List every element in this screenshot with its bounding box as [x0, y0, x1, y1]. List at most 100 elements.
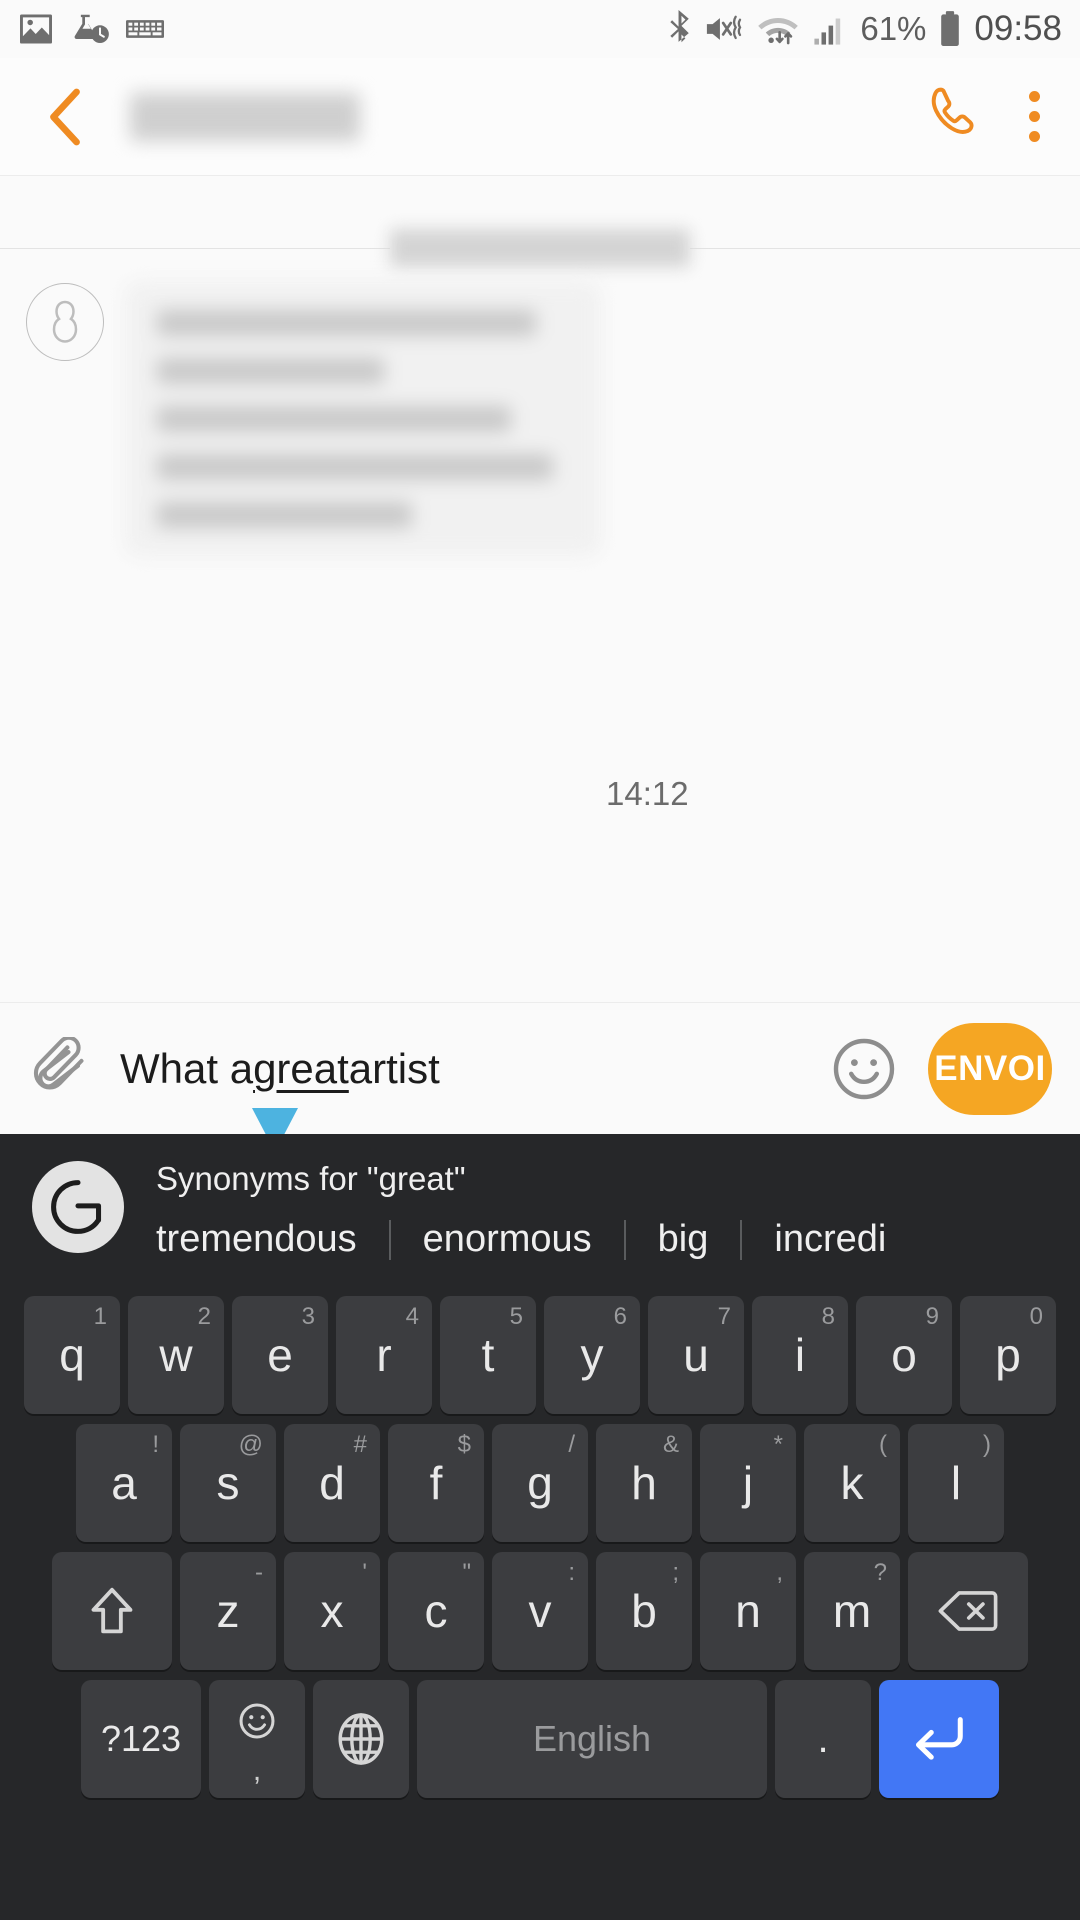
key-superscript: 0 — [1029, 1303, 1043, 1330]
backspace-icon — [938, 1591, 998, 1631]
status-bar-right-icons: 61% 09:58 — [668, 9, 1062, 49]
call-button[interactable] — [923, 83, 985, 150]
key-s[interactable]: @ s — [180, 1424, 276, 1542]
key-n[interactable]: ,n — [700, 1552, 796, 1670]
key-l[interactable]: ) l — [908, 1424, 1004, 1542]
period-key[interactable]: . — [775, 1680, 871, 1798]
app-bar — [0, 58, 1080, 176]
key-i[interactable]: 8i — [752, 1296, 848, 1414]
key-r[interactable]: 4r — [336, 1296, 432, 1414]
message-bubble[interactable] — [126, 283, 600, 555]
key-superscript: 6 — [613, 1303, 627, 1330]
back-button[interactable] — [30, 82, 100, 152]
key-label: q — [59, 1329, 85, 1381]
key-b[interactable]: ; b — [596, 1552, 692, 1670]
key-label: r — [376, 1329, 392, 1381]
paperclip-icon — [33, 1036, 84, 1089]
key-label: a — [111, 1457, 137, 1509]
keyboard-row-1: 1q 2w 3e 4r 5t 6y 7u 8i 9o 0p — [0, 1284, 1080, 1414]
date-divider-label — [390, 229, 690, 267]
key-label: l — [950, 1457, 962, 1509]
key-d[interactable]: # d — [284, 1424, 380, 1542]
key-label: ?123 — [100, 1718, 182, 1759]
key-w[interactable]: 2w — [128, 1296, 224, 1414]
suggestion-title: Synonyms for "great" — [156, 1160, 466, 1197]
key-m[interactable]: ? m — [804, 1552, 900, 1670]
key-label: t — [481, 1329, 495, 1381]
key-k[interactable]: (k — [804, 1424, 900, 1542]
suggestion-item-3[interactable]: incredi — [774, 1218, 886, 1261]
key-superscript: # — [353, 1431, 367, 1458]
keyboard-icon — [126, 17, 164, 41]
message-text-line — [157, 406, 512, 432]
key-u[interactable]: 7u — [648, 1296, 744, 1414]
key-superscript: 8 — [821, 1303, 835, 1330]
key-superscript: 7 — [717, 1303, 731, 1330]
emoji-key[interactable]: , — [209, 1680, 305, 1798]
date-divider — [0, 229, 1080, 267]
key-q[interactable]: 1q — [24, 1296, 120, 1414]
key-p[interactable]: 0p — [960, 1296, 1056, 1414]
key-superscript: , — [776, 1559, 783, 1586]
key-label: x — [320, 1585, 344, 1637]
key-superscript: ' — [362, 1559, 367, 1586]
globe-language-icon — [338, 1713, 384, 1765]
key-superscript: @ — [238, 1431, 263, 1458]
message-row-incoming[interactable] — [26, 283, 600, 555]
key-label: n — [735, 1585, 761, 1637]
key-j[interactable]: * j — [700, 1424, 796, 1542]
key-a[interactable]: ! a — [76, 1424, 172, 1542]
suggestion-item-1[interactable]: enormous — [423, 1218, 592, 1261]
key-z[interactable]: -z — [180, 1552, 276, 1670]
key-superscript: 1 — [93, 1303, 107, 1330]
enter-key[interactable] — [879, 1680, 999, 1798]
enter-return-icon — [915, 1717, 963, 1760]
key-h[interactable]: & h — [596, 1424, 692, 1542]
key-o[interactable]: 9o — [856, 1296, 952, 1414]
bluetooth-icon — [668, 10, 692, 48]
on-screen-keyboard: Synonyms for "great" tremendous enormous… — [0, 1134, 1080, 1920]
person-avatar-icon — [52, 300, 78, 343]
key-e[interactable]: 3e — [232, 1296, 328, 1414]
key-f[interactable]: $ f — [388, 1424, 484, 1542]
key-label: y — [580, 1329, 604, 1381]
key-g[interactable]: / g — [492, 1424, 588, 1542]
emoji-button[interactable] — [828, 1033, 900, 1105]
key-superscript: ; — [672, 1559, 679, 1586]
symbols-key[interactable]: ?123 — [81, 1680, 201, 1798]
key-superscript: 4 — [405, 1303, 419, 1330]
shift-key[interactable] — [52, 1552, 172, 1670]
key-t[interactable]: 5t — [440, 1296, 536, 1414]
space-key[interactable]: English — [417, 1680, 767, 1798]
key-c[interactable]: " c — [388, 1552, 484, 1670]
key-x[interactable]: ' x — [284, 1552, 380, 1670]
attach-button[interactable] — [28, 1036, 94, 1102]
conversation-thread[interactable]: 14:12 — [0, 177, 1080, 1002]
suggestion-item-0[interactable]: tremendous — [156, 1218, 357, 1261]
status-bar-left-icons — [18, 13, 164, 45]
key-y[interactable]: 6y — [544, 1296, 640, 1414]
suggestion-item-2[interactable]: big — [658, 1218, 709, 1261]
suggestion-list: tremendous enormous big incredi — [156, 1218, 1080, 1261]
input-text-before: What a — [120, 1044, 254, 1092]
send-button[interactable]: ENVOI — [928, 1022, 1052, 1115]
language-key[interactable] — [313, 1680, 409, 1798]
battery-percent-label: 61% — [860, 10, 927, 47]
phone-icon — [931, 87, 974, 134]
more-vertical-icon — [1029, 91, 1040, 102]
key-label: i — [794, 1329, 806, 1381]
key-grid: 1q 2w 3e 4r 5t 6y 7u 8i 9o 0p ! a @ s # d $… — [0, 1284, 1080, 1808]
key-superscript: 3 — [301, 1303, 315, 1330]
message-timestamp: 14:12 — [606, 775, 689, 812]
grammarly-g-icon[interactable] — [32, 1161, 124, 1253]
key-label: h — [631, 1457, 657, 1509]
key-label: p — [995, 1329, 1021, 1381]
backspace-key[interactable] — [908, 1552, 1028, 1670]
key-superscript: " — [462, 1559, 471, 1586]
key-v[interactable]: :v — [492, 1552, 588, 1670]
keyboard-row-2: ! a @ s # d $ f / g & h * j (k ) l — [0, 1424, 1080, 1542]
input-text-highlighted-word[interactable]: great — [253, 1045, 349, 1093]
message-input[interactable]: What a great artist — [120, 1045, 828, 1093]
key-superscript: ? — [873, 1559, 887, 1586]
overflow-menu-button[interactable] — [1029, 91, 1040, 142]
